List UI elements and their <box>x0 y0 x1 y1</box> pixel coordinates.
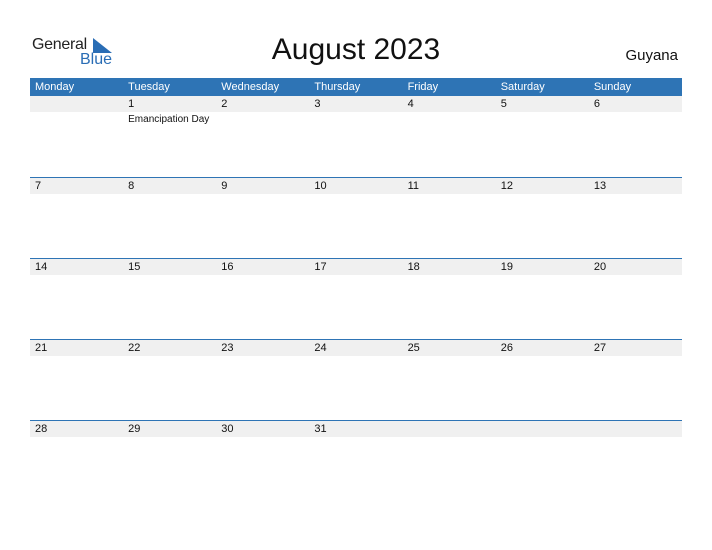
day-event <box>216 437 309 439</box>
day-event <box>123 356 216 358</box>
day-number: 16 <box>221 261 234 273</box>
day-number: 27 <box>593 342 607 354</box>
day-number: 25 <box>407 342 420 354</box>
day-number: 26 <box>500 342 513 354</box>
week-row: 1 2 3 4 5 6 Emancipation Day <box>30 96 682 177</box>
day-number: 28 <box>35 423 48 435</box>
day-event <box>123 194 216 196</box>
day-event <box>589 356 682 358</box>
day-event: Emancipation Day <box>128 114 210 125</box>
week-row: 21 22 23 24 25 26 27 <box>30 339 682 420</box>
day-event <box>589 437 682 439</box>
day-number: 10 <box>314 180 327 192</box>
day-number: 12 <box>500 180 513 192</box>
day-event <box>496 194 589 196</box>
weekday-tuesday: Tuesday <box>128 81 170 93</box>
day-number: 6 <box>593 98 600 110</box>
day-event <box>403 437 496 439</box>
day-event <box>309 194 402 196</box>
page-title: August 2023 <box>271 33 441 66</box>
weekday-monday: Monday <box>35 81 75 93</box>
day-number: 7 <box>35 180 42 192</box>
events-row <box>30 437 682 439</box>
day-event <box>30 356 123 358</box>
day-number: 29 <box>128 423 141 435</box>
day-number: 18 <box>407 261 420 273</box>
date-band: 1 2 3 4 5 6 <box>30 96 682 112</box>
date-band: 28 29 30 31 <box>30 421 682 437</box>
day-number: 23 <box>221 342 234 354</box>
day-number <box>496 421 589 437</box>
day-event <box>496 275 589 277</box>
day-number: 4 <box>407 98 414 110</box>
day-event <box>30 437 123 439</box>
day-event <box>30 194 123 196</box>
day-event <box>30 112 123 125</box>
date-band: 21 22 23 24 25 26 27 <box>30 340 682 356</box>
day-event <box>123 275 216 277</box>
day-number: 1 <box>128 98 135 110</box>
day-number: 21 <box>35 342 48 354</box>
country-label: Guyana <box>625 47 678 64</box>
weekday-friday: Friday <box>407 81 439 93</box>
day-number: 17 <box>314 261 327 273</box>
day-number: 13 <box>593 180 607 192</box>
events-row <box>30 275 682 277</box>
day-event <box>309 356 402 358</box>
day-number <box>403 421 496 437</box>
day-number: 14 <box>35 261 48 273</box>
week-row: 14 15 16 17 18 19 20 <box>30 258 682 339</box>
day-number: 30 <box>221 423 234 435</box>
week-row: 7 8 9 10 11 12 13 <box>30 177 682 258</box>
events-row <box>30 194 682 196</box>
day-number: 15 <box>128 261 141 273</box>
weekday-wednesday: Wednesday <box>221 81 280 93</box>
date-band: 7 8 9 10 11 12 13 <box>30 178 682 194</box>
day-number: 31 <box>314 423 327 435</box>
date-band: 14 15 16 17 18 19 20 <box>30 259 682 275</box>
weekday-sunday: Sunday <box>593 81 632 93</box>
day-event <box>589 112 682 125</box>
day-event <box>403 112 496 125</box>
day-number: 19 <box>500 261 513 273</box>
day-event <box>216 356 309 358</box>
day-number <box>30 96 123 112</box>
day-number: 5 <box>500 98 507 110</box>
day-event <box>403 275 496 277</box>
events-row <box>30 356 682 358</box>
day-event <box>123 437 216 439</box>
day-event <box>216 194 309 196</box>
day-number: 20 <box>593 261 607 273</box>
events-row: Emancipation Day <box>30 112 682 125</box>
day-number: 8 <box>128 180 135 192</box>
calendar-grid: Monday Tuesday Wednesday Thursday Friday… <box>30 78 682 501</box>
day-number: 22 <box>128 342 141 354</box>
day-number: 11 <box>407 180 419 192</box>
weekday-thursday: Thursday <box>314 81 361 93</box>
day-number: 3 <box>314 98 321 110</box>
day-event <box>496 437 589 439</box>
day-event <box>30 275 123 277</box>
day-event <box>589 275 682 277</box>
day-event <box>589 194 682 196</box>
day-event <box>496 112 589 125</box>
day-event <box>403 356 496 358</box>
day-event <box>403 194 496 196</box>
weekday-header: Monday Tuesday Wednesday Thursday Friday… <box>30 78 682 96</box>
day-event <box>309 112 402 125</box>
day-event <box>216 275 309 277</box>
day-event <box>309 275 402 277</box>
day-number: 2 <box>221 98 228 110</box>
day-number <box>589 421 682 437</box>
day-event <box>309 437 402 439</box>
day-event <box>496 356 589 358</box>
weekday-saturday: Saturday <box>500 81 545 93</box>
day-number: 24 <box>314 342 327 354</box>
week-row: 28 29 30 31 <box>30 420 682 501</box>
day-event <box>216 112 309 125</box>
day-number: 9 <box>221 180 228 192</box>
